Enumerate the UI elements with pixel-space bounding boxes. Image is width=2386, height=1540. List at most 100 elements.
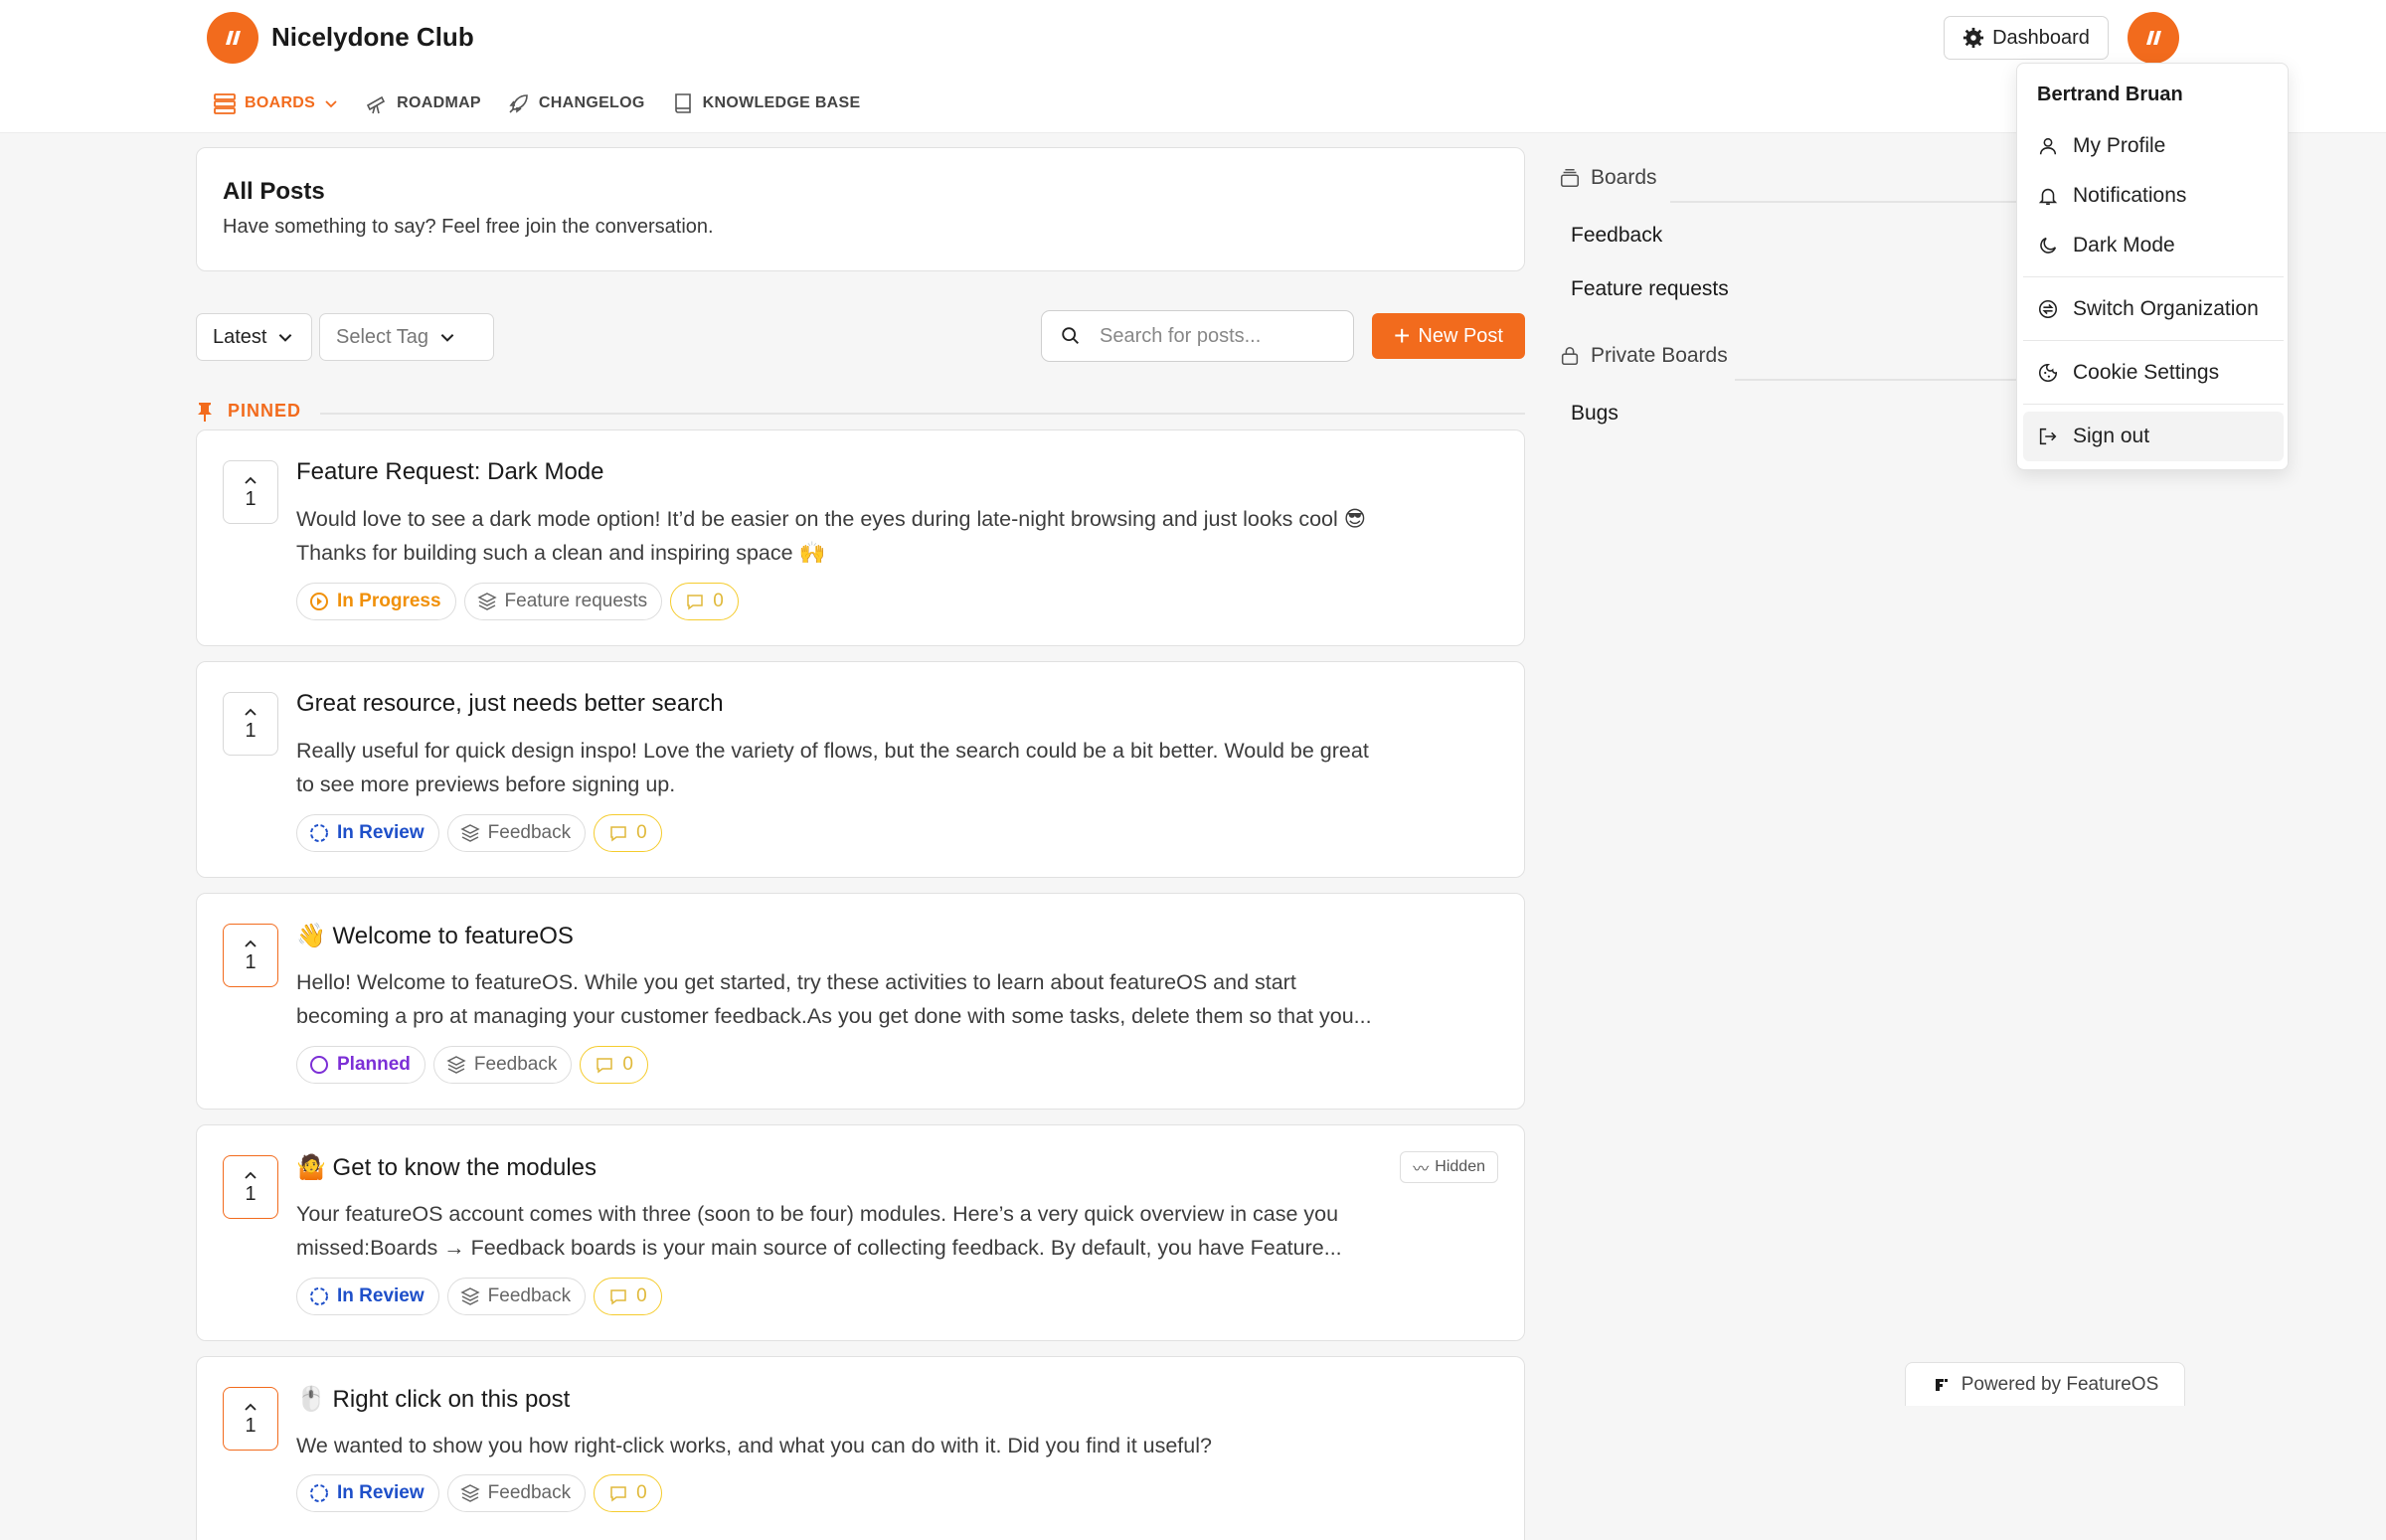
post-title[interactable]: Great resource, just needs better search bbox=[296, 690, 724, 718]
nav-roadmap-label: ROADMAP bbox=[397, 94, 481, 111]
avatar-logo-icon bbox=[2146, 31, 2161, 45]
upvote-button[interactable]: 1 bbox=[223, 1387, 278, 1451]
dashboard-button[interactable]: Dashboard bbox=[1944, 16, 2109, 60]
post-chips: In Progress Feature requests 0 bbox=[296, 583, 739, 620]
comment-count: 0 bbox=[636, 1482, 647, 1503]
upvote-button[interactable]: 1 bbox=[223, 924, 278, 987]
status-badge[interactable]: Planned bbox=[296, 1046, 426, 1084]
boards-heading-label: Boards bbox=[1591, 166, 1657, 189]
vote-count: 1 bbox=[245, 950, 256, 973]
status-badge[interactable]: In Progress bbox=[296, 583, 456, 620]
brand-logo[interactable] bbox=[207, 12, 258, 64]
board-chip[interactable]: Feedback bbox=[446, 1278, 587, 1315]
status-badge[interactable]: In Review bbox=[296, 1278, 439, 1315]
post-body-line: to see more previews before signing up. bbox=[296, 772, 676, 796]
menu-switch-organization[interactable]: Switch Organization bbox=[2023, 284, 2284, 334]
menu-cookie-settings[interactable]: Cookie Settings bbox=[2023, 348, 2284, 398]
pinned-heading: PINNED bbox=[196, 401, 301, 422]
powered-by-link[interactable]: Powered by FeatureOS bbox=[1905, 1362, 2185, 1406]
menu-separator bbox=[2023, 404, 2284, 405]
boards-divider bbox=[1670, 201, 2016, 203]
post-title[interactable]: 👋 Welcome to featureOS bbox=[296, 922, 574, 950]
post-card[interactable]: 1 🤷 Get to know the modules 〰 Hidden You… bbox=[196, 1124, 1525, 1341]
board-chip[interactable]: Feedback bbox=[446, 814, 587, 852]
post-body-line: We wanted to show you how right-click wo… bbox=[296, 1434, 1212, 1457]
search-icon bbox=[1062, 327, 1079, 344]
comments-chip[interactable]: 0 bbox=[594, 814, 662, 852]
in-review-icon bbox=[310, 1287, 328, 1305]
plus-icon: + bbox=[1394, 320, 1411, 351]
post-title[interactable]: 🤷 Get to know the modules bbox=[296, 1153, 596, 1182]
sidebar-item-feature-requests[interactable]: Feature requests bbox=[1571, 277, 1729, 301]
post-card[interactable]: 1 🖱️ Right click on this post We wanted … bbox=[196, 1356, 1525, 1540]
book-icon bbox=[674, 93, 691, 113]
in-review-icon bbox=[310, 1484, 328, 1502]
menu-my-profile-label: My Profile bbox=[2073, 134, 2166, 157]
layers-icon bbox=[459, 824, 480, 842]
comment-icon bbox=[610, 826, 626, 842]
app-root: Nicelydone Club BOARDS ROADMAP CHANGELOG… bbox=[0, 0, 2386, 1540]
sign-out-icon bbox=[2039, 428, 2057, 445]
post-chips: In Review Feedback 0 bbox=[296, 1278, 662, 1315]
menu-sign-out[interactable]: Sign out bbox=[2023, 412, 2284, 461]
menu-dark-mode[interactable]: Dark Mode bbox=[2023, 221, 2284, 270]
comment-count: 0 bbox=[636, 1285, 647, 1306]
comments-chip[interactable]: 0 bbox=[670, 583, 739, 620]
post-card[interactable]: 1 Great resource, just needs better sear… bbox=[196, 661, 1525, 878]
tag-placeholder: Select Tag bbox=[336, 325, 429, 348]
status-label: In Review bbox=[337, 1285, 425, 1306]
board-chip[interactable]: Feedback bbox=[446, 1474, 587, 1512]
board-label: Feedback bbox=[487, 822, 572, 843]
user-avatar[interactable] bbox=[2128, 12, 2179, 64]
nav-knowledge-base[interactable]: KNOWLEDGE BASE bbox=[671, 91, 861, 115]
sidebar-item-bugs[interactable]: Bugs bbox=[1571, 402, 1619, 426]
brand-name[interactable]: Nicelydone Club bbox=[271, 22, 474, 53]
switch-icon bbox=[2038, 299, 2058, 319]
sort-select[interactable]: Latest bbox=[196, 313, 312, 361]
comment-icon bbox=[610, 1486, 626, 1502]
gear-icon bbox=[1962, 27, 1984, 49]
search-input[interactable] bbox=[1100, 324, 1338, 348]
menu-notifications[interactable]: Notifications bbox=[2023, 171, 2284, 221]
board-chip[interactable]: Feedback bbox=[432, 1046, 573, 1084]
post-card[interactable]: 1 👋 Welcome to featureOS Hello! Welcome … bbox=[196, 893, 1525, 1110]
post-body-line: Would love to see a dark mode option! It… bbox=[296, 507, 1367, 531]
planned-icon bbox=[310, 1056, 328, 1074]
search-box bbox=[1041, 310, 1354, 362]
status-badge[interactable]: In Review bbox=[296, 1474, 439, 1512]
post-card[interactable]: 1 Feature Request: Dark Mode Would love … bbox=[196, 429, 1525, 646]
sidebar-item-feedback[interactable]: Feedback bbox=[1571, 224, 1662, 248]
page-subtitle: Have something to say? Feel free join th… bbox=[223, 216, 714, 238]
nav-knowledge-base-label: KNOWLEDGE BASE bbox=[702, 94, 861, 111]
upvote-button[interactable]: 1 bbox=[223, 460, 278, 524]
new-post-button[interactable]: + New Post bbox=[1372, 313, 1525, 359]
layers-icon bbox=[476, 593, 497, 610]
nav-roadmap[interactable]: ROADMAP bbox=[365, 91, 481, 115]
status-badge[interactable]: In Review bbox=[296, 814, 439, 852]
menu-sign-out-label: Sign out bbox=[2073, 425, 2150, 447]
post-title[interactable]: 🖱️ Right click on this post bbox=[296, 1385, 570, 1414]
comment-count: 0 bbox=[622, 1054, 633, 1075]
comment-count: 0 bbox=[713, 591, 724, 611]
post-title[interactable]: Feature Request: Dark Mode bbox=[296, 458, 603, 486]
tag-select[interactable]: Select Tag bbox=[319, 313, 494, 361]
board-chip[interactable]: Feature requests bbox=[463, 583, 663, 620]
upvote-button[interactable]: 1 bbox=[223, 1155, 278, 1219]
post-body: Your featureOS account comes with three … bbox=[296, 1197, 1494, 1265]
post-body: Would love to see a dark mode option! It… bbox=[296, 502, 1494, 570]
pin-icon bbox=[198, 402, 212, 422]
private-boards-heading: Private Boards bbox=[1559, 344, 1728, 368]
layers-icon bbox=[459, 1287, 480, 1305]
private-boards-divider bbox=[1735, 379, 2016, 381]
menu-my-profile[interactable]: My Profile bbox=[2023, 121, 2284, 171]
pinned-divider bbox=[320, 413, 1525, 415]
comments-chip[interactable]: 0 bbox=[594, 1278, 662, 1315]
board-label: Feedback bbox=[487, 1482, 572, 1503]
nav-boards[interactable]: BOARDS bbox=[213, 91, 339, 115]
post-chips: In Review Feedback 0 bbox=[296, 1474, 662, 1512]
upvote-button[interactable]: 1 bbox=[223, 692, 278, 756]
comments-chip[interactable]: 0 bbox=[594, 1474, 662, 1512]
comments-chip[interactable]: 0 bbox=[580, 1046, 648, 1084]
nav-boards-label: BOARDS bbox=[245, 94, 316, 111]
nav-changelog[interactable]: CHANGELOG bbox=[507, 91, 645, 115]
